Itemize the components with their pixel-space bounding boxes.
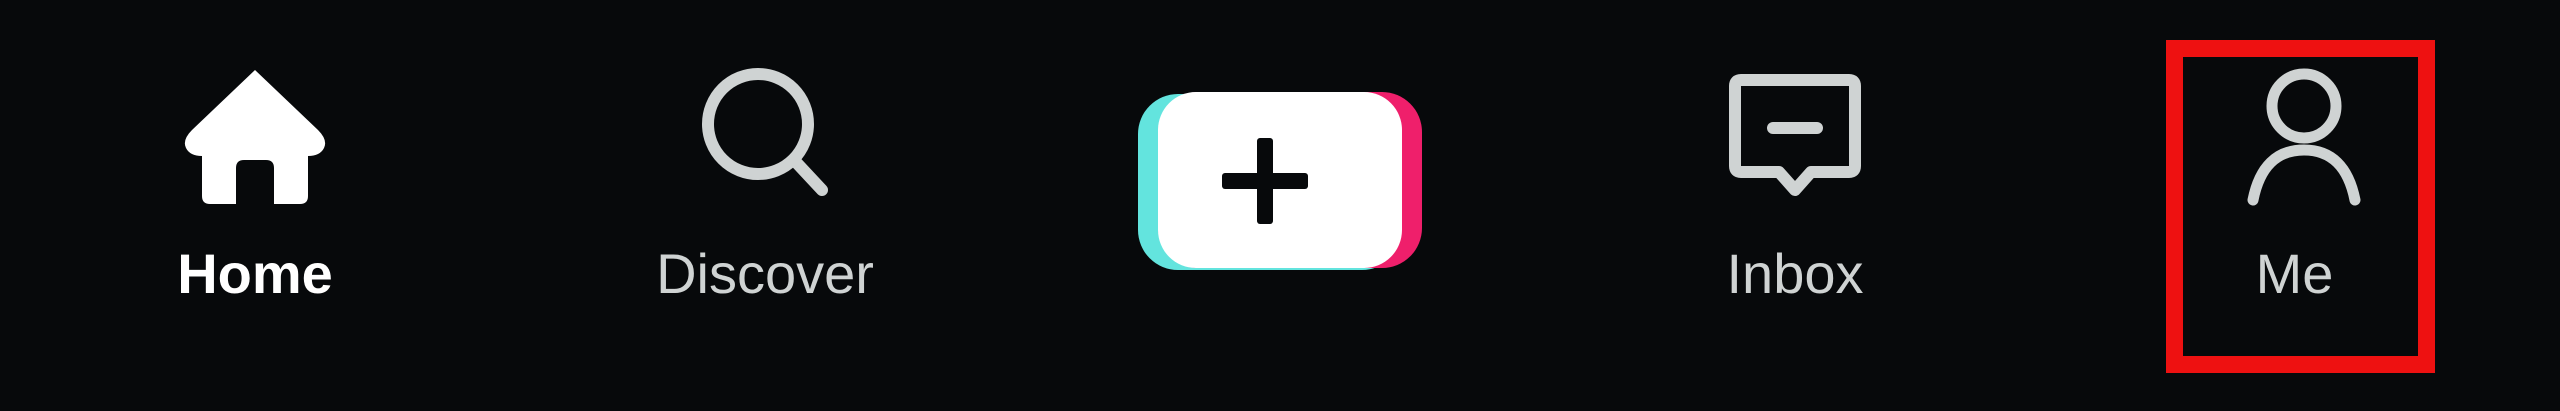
home-icon <box>184 70 326 204</box>
tab-discover[interactable]: Discover <box>640 0 890 411</box>
tab-home[interactable]: Home <box>130 0 380 411</box>
search-icon <box>702 68 828 196</box>
tab-home-label: Home <box>177 242 333 305</box>
tab-me[interactable]: Me <box>2160 0 2429 411</box>
message-icon <box>1729 74 1861 196</box>
bottom-tab-bar: Home Discover Inbox Me <box>0 0 2560 411</box>
plus-icon <box>1138 92 1422 270</box>
create-button[interactable] <box>1130 0 1430 411</box>
tab-inbox[interactable]: Inbox <box>1670 0 1920 411</box>
person-icon <box>2247 68 2361 206</box>
tab-inbox-label: Inbox <box>1726 242 1864 305</box>
tab-me-label: Me <box>2255 242 2334 305</box>
tab-discover-label: Discover <box>656 242 874 305</box>
